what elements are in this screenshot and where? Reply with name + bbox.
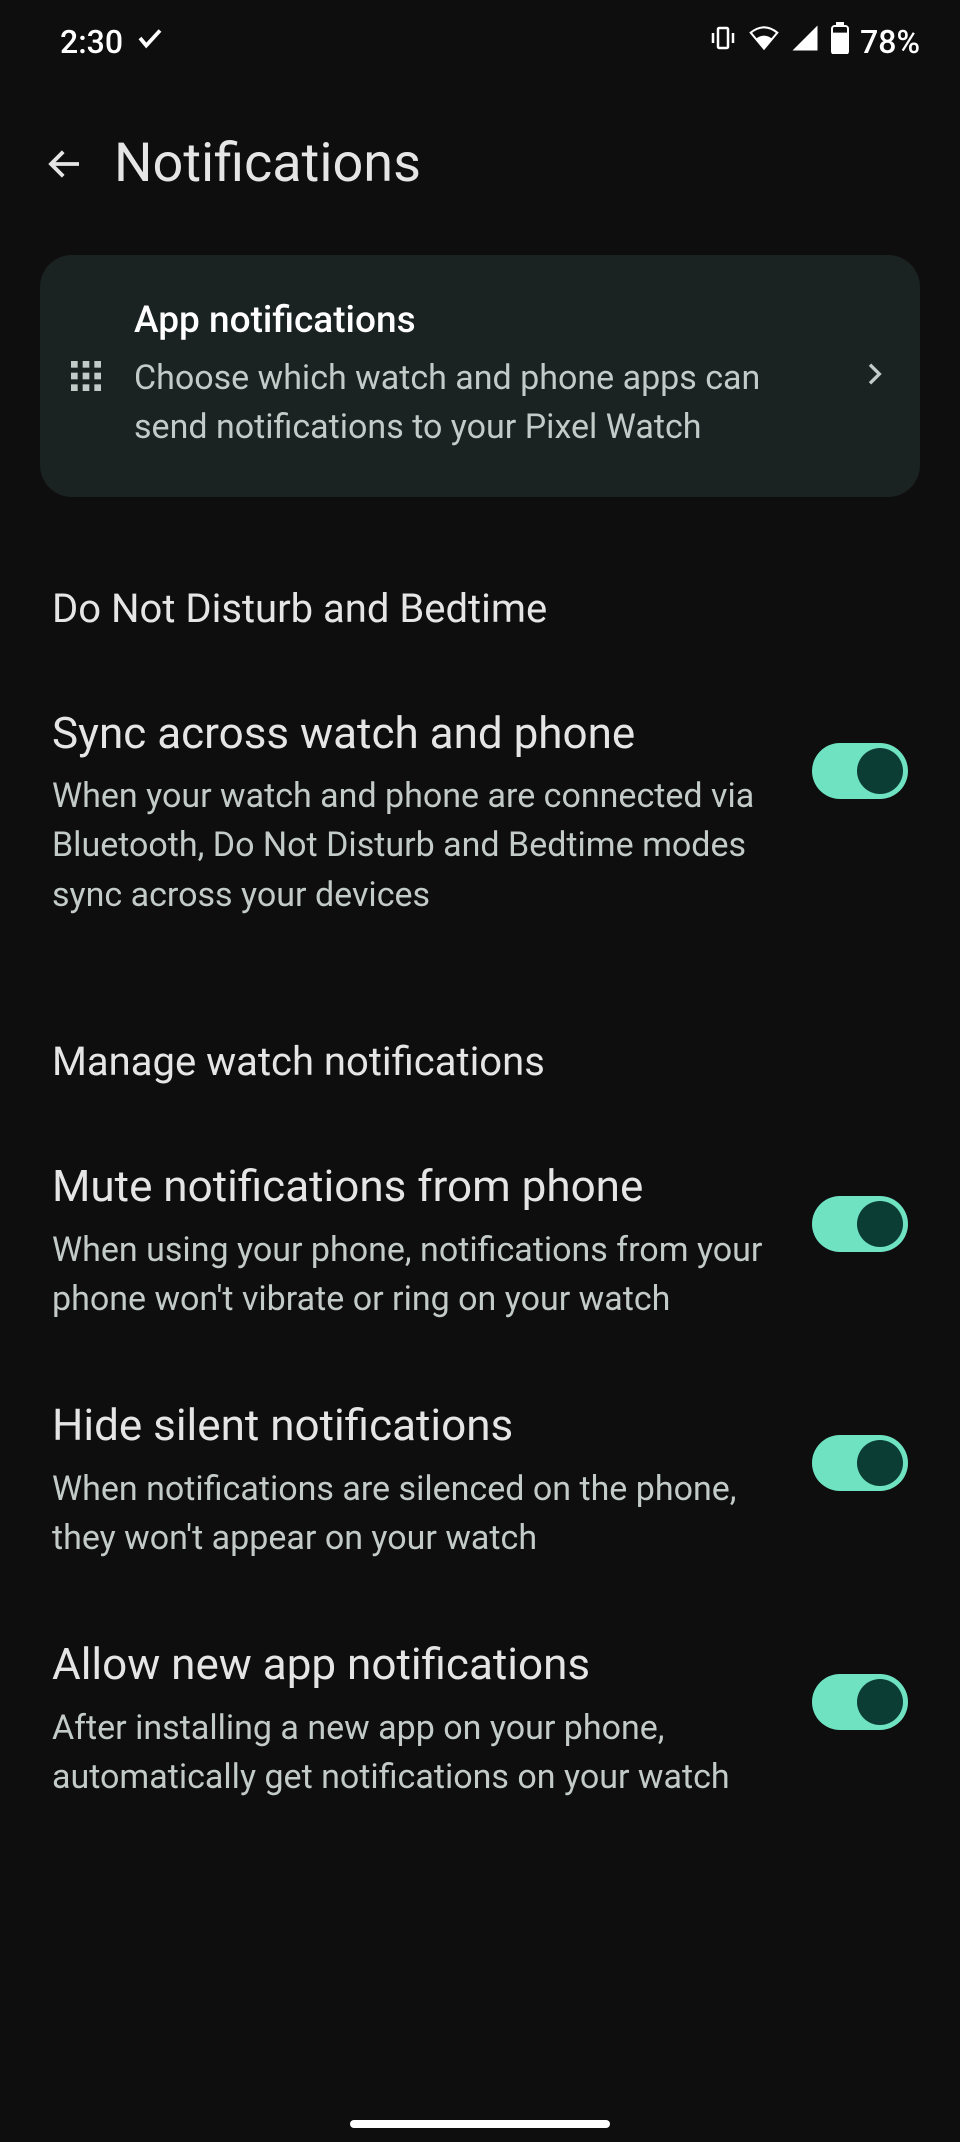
wifi-icon bbox=[748, 22, 780, 62]
setting-description: When your watch and phone are connected … bbox=[52, 772, 782, 920]
setting-sync-across[interactable]: Sync across watch and phone When your wa… bbox=[52, 662, 908, 950]
setting-hide-silent[interactable]: Hide silent notifications When notificat… bbox=[52, 1354, 908, 1593]
check-icon bbox=[135, 22, 165, 62]
hide-toggle[interactable] bbox=[812, 1435, 908, 1491]
setting-title: Hide silent notifications bbox=[52, 1400, 782, 1451]
status-bar: 2:30 78% bbox=[0, 0, 960, 72]
setting-title: Sync across watch and phone bbox=[52, 708, 782, 759]
setting-title: Allow new app notifications bbox=[52, 1639, 782, 1690]
app-notifications-card[interactable]: App notifications Choose which watch and… bbox=[40, 255, 920, 497]
mute-toggle[interactable] bbox=[812, 1196, 908, 1252]
section-dnd-title: Do Not Disturb and Bedtime bbox=[52, 585, 908, 632]
status-time: 2:30 bbox=[60, 23, 123, 61]
setting-mute-notifications[interactable]: Mute notifications from phone When using… bbox=[52, 1115, 908, 1354]
card-title: App notifications bbox=[134, 299, 830, 342]
page-title: Notifications bbox=[114, 132, 421, 195]
card-description: Choose which watch and phone apps can se… bbox=[134, 354, 830, 453]
allownew-toggle[interactable] bbox=[812, 1674, 908, 1730]
setting-allow-new[interactable]: Allow new app notifications After instal… bbox=[52, 1593, 908, 1832]
battery-icon bbox=[830, 22, 850, 62]
app-header: Notifications bbox=[0, 72, 960, 235]
setting-description: When using your phone, notifications fro… bbox=[52, 1226, 782, 1325]
setting-title: Mute notifications from phone bbox=[52, 1161, 782, 1212]
apps-grid-icon bbox=[66, 356, 106, 396]
battery-percent: 78% bbox=[860, 23, 920, 61]
vibrate-icon bbox=[708, 23, 738, 61]
sync-toggle[interactable] bbox=[812, 743, 908, 799]
signal-icon bbox=[790, 23, 820, 61]
section-manage-title: Manage watch notifications bbox=[52, 1038, 908, 1085]
setting-description: After installing a new app on your phone… bbox=[52, 1704, 782, 1803]
back-button[interactable] bbox=[44, 143, 86, 185]
gesture-handle[interactable] bbox=[350, 2120, 610, 2128]
setting-description: When notifications are silenced on the p… bbox=[52, 1465, 782, 1564]
chevron-right-icon bbox=[858, 358, 890, 394]
